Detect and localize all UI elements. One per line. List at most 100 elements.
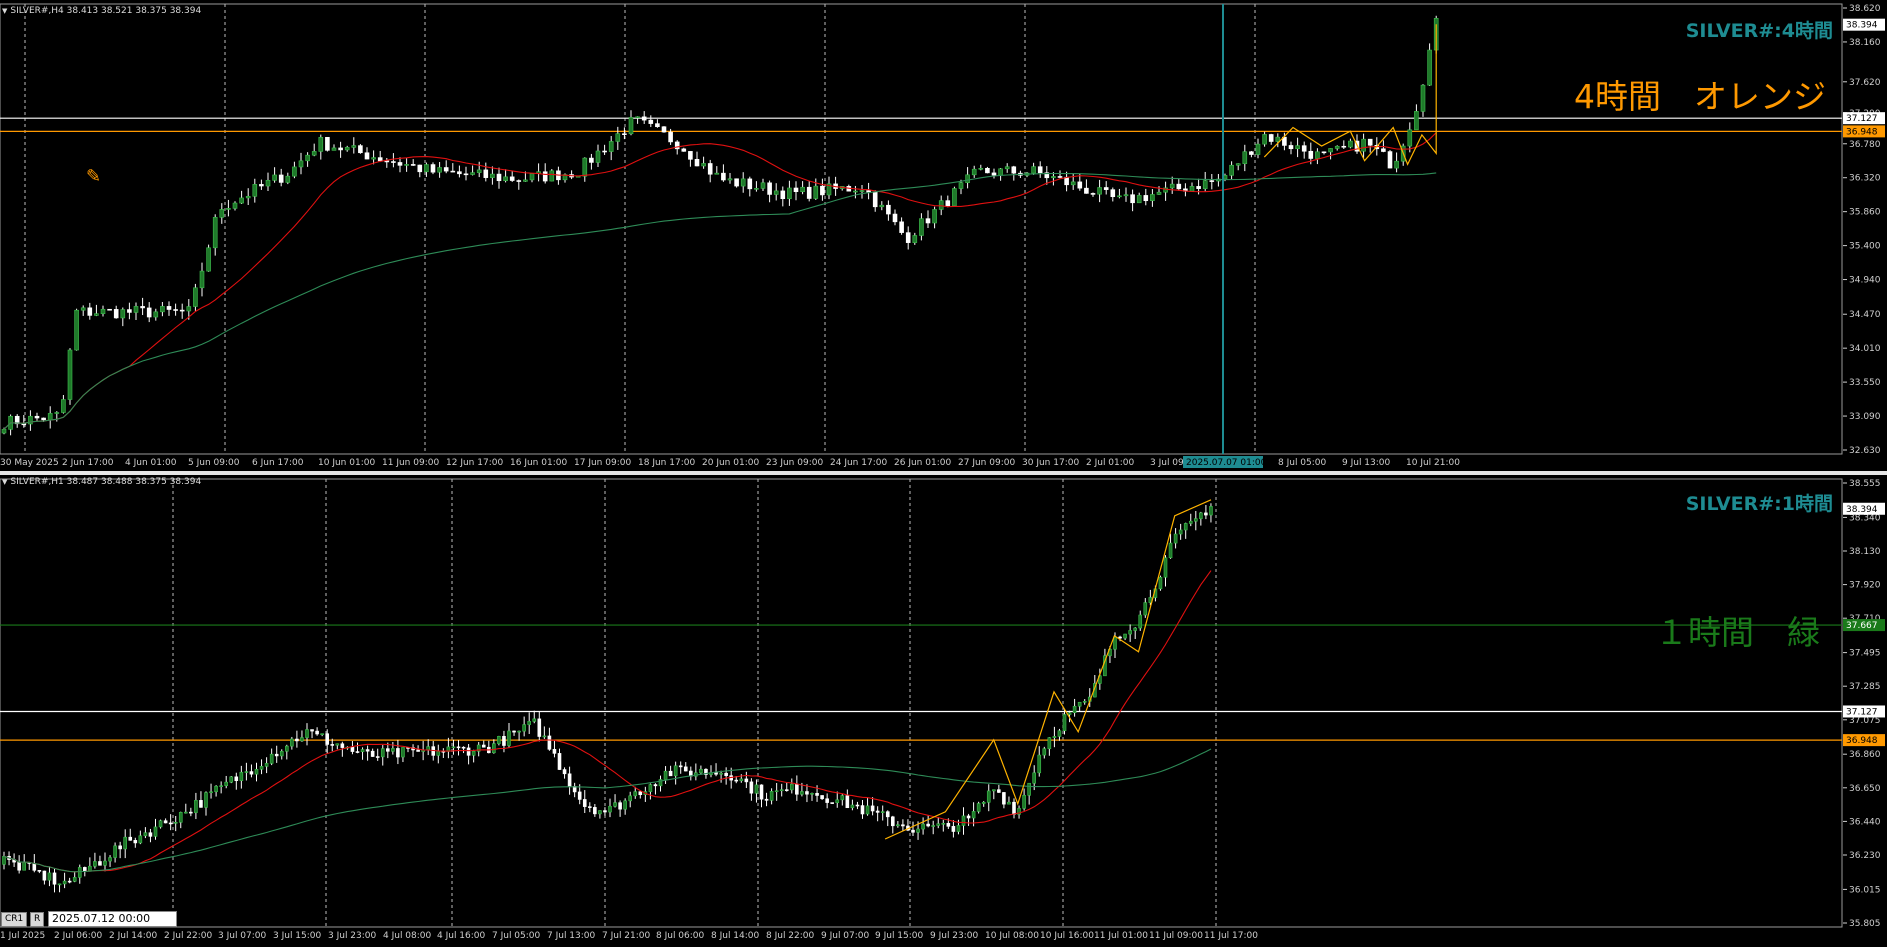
time-tick-label: 30 May 2025 (0, 458, 59, 468)
price-tick-label: 38.130 (1849, 547, 1881, 557)
candle-body (1242, 151, 1248, 164)
candle-body (1176, 183, 1182, 190)
h1-chart-pane[interactable]: 38.55538.34038.13037.92037.71037.49537.2… (0, 475, 1887, 943)
candle-body (72, 877, 77, 882)
candle-body (1052, 736, 1057, 738)
candle-body (295, 738, 299, 742)
time-tick-label: 2 Jul 01:00 (1086, 458, 1135, 468)
candle-body (1072, 705, 1077, 714)
cr1-button[interactable]: CR1 (1, 912, 28, 927)
candle-body (127, 309, 132, 313)
candle-body (160, 306, 165, 313)
candle-body (226, 208, 231, 210)
candle-body (450, 170, 456, 173)
candle-body (655, 123, 660, 128)
candle-body (269, 753, 274, 764)
collapse-triangle-icon[interactable]: ▼ (2, 7, 7, 15)
date-scroll-input[interactable]: 2025.07.12 00:00 (48, 911, 177, 927)
candle-body (806, 186, 812, 199)
price-tick-label: 36.650 (1849, 784, 1881, 794)
h1-symbol-header[interactable]: ▼ SILVER#,H1 38.487 38.488 38.375 38.394 (2, 477, 201, 487)
candle-body (214, 785, 218, 793)
time-tick-label: 7 Jul 21:00 (602, 931, 651, 941)
candle-body (971, 168, 977, 176)
candle-body (1143, 602, 1148, 616)
candle-body (189, 811, 193, 814)
candle-body (229, 776, 234, 783)
candle-body (340, 743, 345, 748)
candle-body (1012, 801, 1016, 815)
candle-body (496, 173, 502, 182)
candle-body (635, 116, 640, 119)
candle-body (396, 748, 400, 758)
candle-body (284, 745, 289, 752)
candle-body (714, 772, 718, 775)
candle-body (516, 180, 522, 182)
candle-body (759, 784, 764, 800)
candle-body (890, 816, 895, 827)
candle-body (699, 768, 703, 774)
candle-body (1077, 701, 1082, 707)
candle-body (1301, 145, 1307, 152)
candle-body (1209, 506, 1213, 516)
candle-body (401, 747, 405, 758)
candle-body (416, 749, 420, 752)
candle-body (410, 164, 416, 166)
candle-body (74, 309, 79, 351)
candle-body (1334, 145, 1340, 149)
candle-body (1202, 180, 1208, 189)
candle-body (587, 806, 592, 808)
candle-body (483, 169, 489, 178)
candle-body (437, 167, 442, 173)
candle-body (820, 185, 825, 196)
candle-body (404, 164, 409, 166)
h4-chart-pane[interactable]: 38.62038.16037.62037.20036.78036.32035.8… (0, 0, 1887, 471)
candle-body (143, 832, 148, 837)
time-tick-label: 23 Jun 09:00 (766, 458, 823, 468)
candle-body (456, 746, 461, 749)
candle-body (1414, 111, 1419, 131)
candle-body (1196, 186, 1201, 189)
candle-body (1163, 557, 1168, 578)
candle-body (835, 799, 840, 804)
candle-body (133, 306, 139, 313)
price-tick-label: 36.230 (1849, 851, 1881, 861)
candle-body (1037, 166, 1043, 174)
candle-body (451, 746, 456, 749)
candle-body (860, 805, 865, 815)
candle-body (981, 802, 986, 804)
collapse-triangle-icon[interactable]: ▼ (2, 478, 7, 486)
candle-body (512, 730, 516, 733)
candle-body (547, 735, 552, 750)
candle-body (1047, 737, 1052, 750)
h4-symbol-header[interactable]: ▼ SILVER#,H4 38.413 38.521 38.375 38.394 (2, 6, 201, 16)
time-tick-label: 9 Jul 15:00 (875, 931, 924, 941)
candle-body (224, 781, 228, 786)
candle-body (589, 157, 594, 163)
candle-body (694, 159, 700, 167)
candle-body (54, 412, 60, 414)
h1-chart-canvas[interactable]: 38.55538.34038.13037.92037.71037.49537.2… (0, 475, 1887, 943)
price-tick-label: 36.780 (1849, 140, 1881, 150)
candle-body (1199, 512, 1203, 519)
candle-body (577, 791, 582, 800)
candle-body (254, 768, 259, 775)
candle-body (896, 824, 900, 827)
candle-body (926, 823, 930, 827)
candle-body (681, 148, 687, 152)
time-tick-label: 8 Jul 06:00 (656, 931, 705, 941)
candle-body (98, 861, 102, 866)
candle-body (481, 744, 486, 748)
candle-body (47, 872, 52, 881)
time-tick-label: 2 Jul 06:00 (54, 931, 103, 941)
time-tick-label: 7 Jul 05:00 (492, 931, 541, 941)
pencil-icon[interactable]: ✎ (86, 166, 101, 187)
candle-body (740, 178, 746, 187)
candle-body (1011, 166, 1017, 174)
candle-body (219, 209, 225, 218)
r-button[interactable]: R (30, 912, 45, 927)
candle-body (1158, 576, 1163, 590)
candle-body (1321, 151, 1327, 154)
price-tick-label: 38.620 (1849, 4, 1881, 14)
orange-level-line-tag-label: 36.948 (1846, 127, 1878, 137)
